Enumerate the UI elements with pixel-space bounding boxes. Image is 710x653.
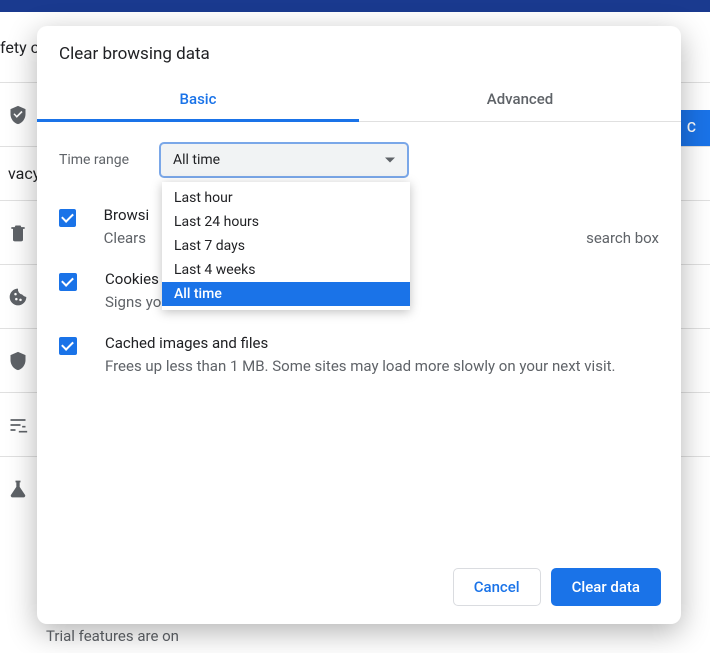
dialog-footer: Cancel Clear data bbox=[37, 552, 681, 624]
bg-topbar bbox=[0, 0, 710, 12]
tab-basic-label: Basic bbox=[180, 90, 217, 108]
bg-privacy-label: vacy bbox=[8, 164, 40, 183]
time-range-row: Time range All time Last hour Last 24 ho… bbox=[59, 142, 659, 178]
shield-check-icon bbox=[8, 105, 28, 125]
dialog-content: Time range All time Last hour Last 24 ho… bbox=[37, 122, 681, 552]
clear-browsing-data-dialog: Clear browsing data Basic Advanced Time … bbox=[37, 26, 681, 624]
option-text: Cached images and files Frees up less th… bbox=[105, 334, 615, 376]
tab-basic[interactable]: Basic bbox=[37, 78, 359, 121]
option-title: Cached images and files bbox=[105, 334, 615, 352]
tab-advanced-label: Advanced bbox=[487, 90, 553, 108]
time-range-dropdown: Last hour Last 24 hours Last 7 days Last… bbox=[162, 182, 410, 310]
checkbox-browsing-history[interactable] bbox=[59, 209, 76, 227]
option-title-left: Browsi bbox=[104, 206, 150, 224]
cancel-button[interactable]: Cancel bbox=[453, 568, 541, 606]
subtitle-left: Clears bbox=[104, 228, 146, 248]
option-subtitle: Frees up less than 1 MB. Some sites may … bbox=[105, 356, 615, 376]
subtitle-right: search box bbox=[586, 228, 659, 248]
check-label-fragment: C bbox=[687, 120, 696, 136]
time-range-select[interactable]: All time Last hour Last 24 hours Last 7 … bbox=[159, 142, 409, 178]
option-cache: Cached images and files Frees up less th… bbox=[59, 334, 659, 376]
sliders-icon bbox=[8, 415, 28, 435]
shield-icon bbox=[8, 351, 28, 371]
clear-data-button[interactable]: Clear data bbox=[551, 568, 661, 606]
trash-icon bbox=[8, 223, 28, 243]
dialog-title: Clear browsing data bbox=[37, 26, 681, 78]
checkbox-cookies[interactable] bbox=[59, 273, 77, 291]
checkbox-cache[interactable] bbox=[59, 337, 77, 355]
dropdown-option-last-4w[interactable]: Last 4 weeks bbox=[162, 258, 410, 282]
cookie-icon bbox=[8, 287, 28, 307]
dropdown-option-all-time[interactable]: All time bbox=[162, 282, 410, 306]
tab-advanced[interactable]: Advanced bbox=[359, 78, 681, 121]
time-range-label: Time range bbox=[59, 152, 159, 168]
caret-down-icon bbox=[385, 158, 395, 163]
bg-trial-text: Trial features are on bbox=[46, 627, 179, 645]
clear-label: Clear data bbox=[572, 578, 640, 596]
time-range-value: All time bbox=[173, 152, 220, 168]
cancel-label: Cancel bbox=[474, 578, 520, 596]
flask-icon bbox=[8, 479, 28, 499]
dialog-tabs: Basic Advanced bbox=[37, 78, 681, 122]
dropdown-option-last-hour[interactable]: Last hour bbox=[162, 186, 410, 210]
dropdown-option-last-7d[interactable]: Last 7 days bbox=[162, 234, 410, 258]
dropdown-option-last-24h[interactable]: Last 24 hours bbox=[162, 210, 410, 234]
